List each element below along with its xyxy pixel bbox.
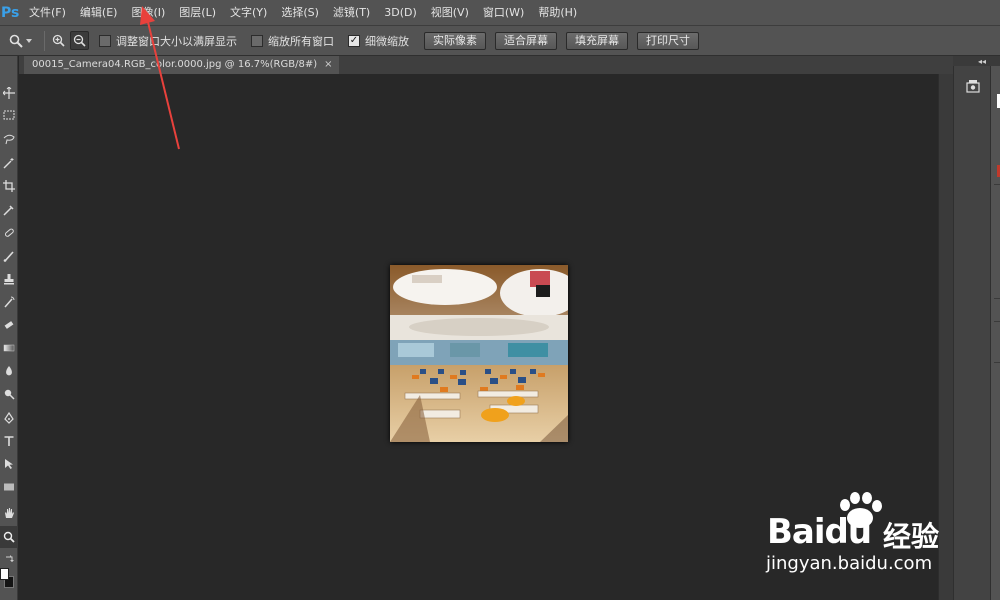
zoom-all-windows-checkbox[interactable]: 缩放所有窗口 xyxy=(251,29,334,53)
menu-help[interactable]: 帮助(H) xyxy=(531,0,584,25)
menu-window[interactable]: 窗口(W) xyxy=(476,0,531,25)
magic-wand-icon xyxy=(3,158,14,169)
panel-divider xyxy=(994,321,1000,322)
zoom-in-icon xyxy=(52,34,65,47)
type-tool[interactable] xyxy=(0,430,18,452)
lasso-tool[interactable] xyxy=(0,128,18,150)
stamp-icon xyxy=(4,274,14,285)
brush-tool[interactable] xyxy=(0,245,18,267)
shape-tool[interactable] xyxy=(0,476,18,498)
document-tab-strip: 00015_Camera04.RGB_color.0000.jpg @ 16.7… xyxy=(19,56,953,74)
zoom-icon xyxy=(9,34,23,48)
scrubby-zoom-box[interactable]: ✓ xyxy=(348,34,360,47)
zoom-tool[interactable] xyxy=(0,526,18,548)
resize-windows-box[interactable] xyxy=(99,34,111,47)
options-bar: 调整窗口大小以满屏显示 缩放所有窗口 ✓ 细微缩放 实际像素 适合屏幕 填充屏幕… xyxy=(0,25,1000,56)
brush-icon xyxy=(3,251,14,262)
menu-bar: Ps 文件(F) 编辑(E) 图像(I) 图层(L) 文字(Y) 选择(S) 滤… xyxy=(0,0,1000,25)
move-icon xyxy=(3,87,15,99)
fill-screen-button[interactable]: 填充屏幕 xyxy=(566,31,628,50)
bandage-icon xyxy=(4,228,14,237)
clone-stamp-tool[interactable] xyxy=(0,268,18,290)
eyedropper-tool[interactable] xyxy=(0,199,18,221)
gradient-icon xyxy=(3,344,15,352)
zoom-all-windows-label: 缩放所有窗口 xyxy=(268,34,334,48)
gradient-tool[interactable] xyxy=(0,337,18,359)
healing-brush-tool[interactable] xyxy=(0,222,18,244)
document-tab-title: 00015_Camera04.RGB_color.0000.jpg @ 16.7… xyxy=(32,59,318,70)
drop-icon xyxy=(6,366,12,376)
actual-pixels-button[interactable]: 实际像素 xyxy=(424,31,486,50)
panel-divider xyxy=(994,184,1000,185)
options-separator xyxy=(44,30,45,51)
marquee-tool[interactable] xyxy=(0,104,18,126)
history-panel-button[interactable] xyxy=(964,78,982,96)
marquee-icon xyxy=(3,110,15,120)
pen-tool[interactable] xyxy=(0,407,18,429)
zoom-out-button[interactable] xyxy=(70,31,89,50)
resize-windows-checkbox[interactable]: 调整窗口大小以满屏显示 xyxy=(99,29,237,53)
photoshop-logo: Ps xyxy=(1,4,20,21)
dodge-icon xyxy=(4,389,15,400)
eyedropper-icon xyxy=(3,205,14,216)
classroom-render-image xyxy=(390,265,568,442)
panel-divider xyxy=(994,298,1000,299)
menu-edit[interactable]: 编辑(E) xyxy=(73,0,125,25)
document-image[interactable] xyxy=(390,265,568,442)
quick-select-tool[interactable] xyxy=(0,152,18,174)
menu-layer[interactable]: 图层(L) xyxy=(172,0,223,25)
blur-tool[interactable] xyxy=(0,360,18,382)
dropdown-arrow-icon xyxy=(25,38,32,43)
tool-preset-picker[interactable] xyxy=(0,29,40,53)
menu-3d[interactable]: 3D(D) xyxy=(377,0,424,25)
document-tab[interactable]: 00015_Camera04.RGB_color.0000.jpg @ 16.7… xyxy=(24,56,339,74)
tools-panel xyxy=(0,56,18,600)
fit-screen-button[interactable]: 适合屏幕 xyxy=(495,31,557,50)
menu-type[interactable]: 文字(Y) xyxy=(223,0,274,25)
menu-view[interactable]: 视图(V) xyxy=(424,0,476,25)
close-icon[interactable]: × xyxy=(324,56,332,74)
history-brush-icon xyxy=(4,296,15,308)
eraser-tool[interactable] xyxy=(0,314,18,336)
zoom-all-windows-box[interactable] xyxy=(251,34,263,47)
crop-tool[interactable] xyxy=(0,175,18,197)
menu-filter[interactable]: 滤镜(T) xyxy=(326,0,377,25)
watermark-brand: Baidu xyxy=(767,512,873,552)
panel-divider xyxy=(994,362,1000,363)
zoom-in-button[interactable] xyxy=(49,31,68,50)
eraser-icon xyxy=(4,321,14,329)
menu-select[interactable]: 选择(S) xyxy=(274,0,326,25)
swap-arrows-icon xyxy=(6,555,14,562)
collapse-panels-button[interactable]: ◂◂ xyxy=(953,56,1000,66)
history-brush-tool[interactable] xyxy=(0,291,18,313)
zoom-tool-icon xyxy=(3,531,15,543)
menu-image[interactable]: 图像(I) xyxy=(124,0,172,25)
swap-colors-button[interactable] xyxy=(0,548,18,570)
scrubby-zoom-checkbox[interactable]: ✓ 细微缩放 xyxy=(348,29,409,53)
watermark-brand-du: du xyxy=(824,512,873,552)
watermark-url: jingyan.baidu.com xyxy=(766,553,933,574)
panel-icon xyxy=(966,80,980,93)
path-select-icon xyxy=(5,459,13,469)
watermark-jingyan: 经验 xyxy=(883,520,940,553)
pen-icon xyxy=(4,412,14,424)
hand-icon xyxy=(5,508,14,518)
watermark-brand-bai: Bai xyxy=(767,512,826,552)
path-selection-tool[interactable] xyxy=(0,453,18,475)
lasso-icon xyxy=(3,134,15,145)
scrubby-zoom-label: 细微缩放 xyxy=(365,34,409,48)
rectangle-icon xyxy=(4,483,14,491)
menu-file[interactable]: 文件(F) xyxy=(22,0,73,25)
print-size-button[interactable]: 打印尺寸 xyxy=(637,31,699,50)
zoom-out-icon xyxy=(73,34,86,47)
move-tool[interactable] xyxy=(0,82,18,104)
baidu-jingyan-watermark: Baidu 经验 jingyan.baidu.com xyxy=(760,490,1000,600)
resize-windows-label: 调整窗口大小以满屏显示 xyxy=(116,34,237,48)
hand-tool[interactable] xyxy=(0,502,18,524)
type-icon xyxy=(4,436,14,446)
dodge-tool[interactable] xyxy=(0,383,18,405)
crop-icon xyxy=(3,180,15,192)
foreground-color-swatch[interactable] xyxy=(0,568,9,580)
